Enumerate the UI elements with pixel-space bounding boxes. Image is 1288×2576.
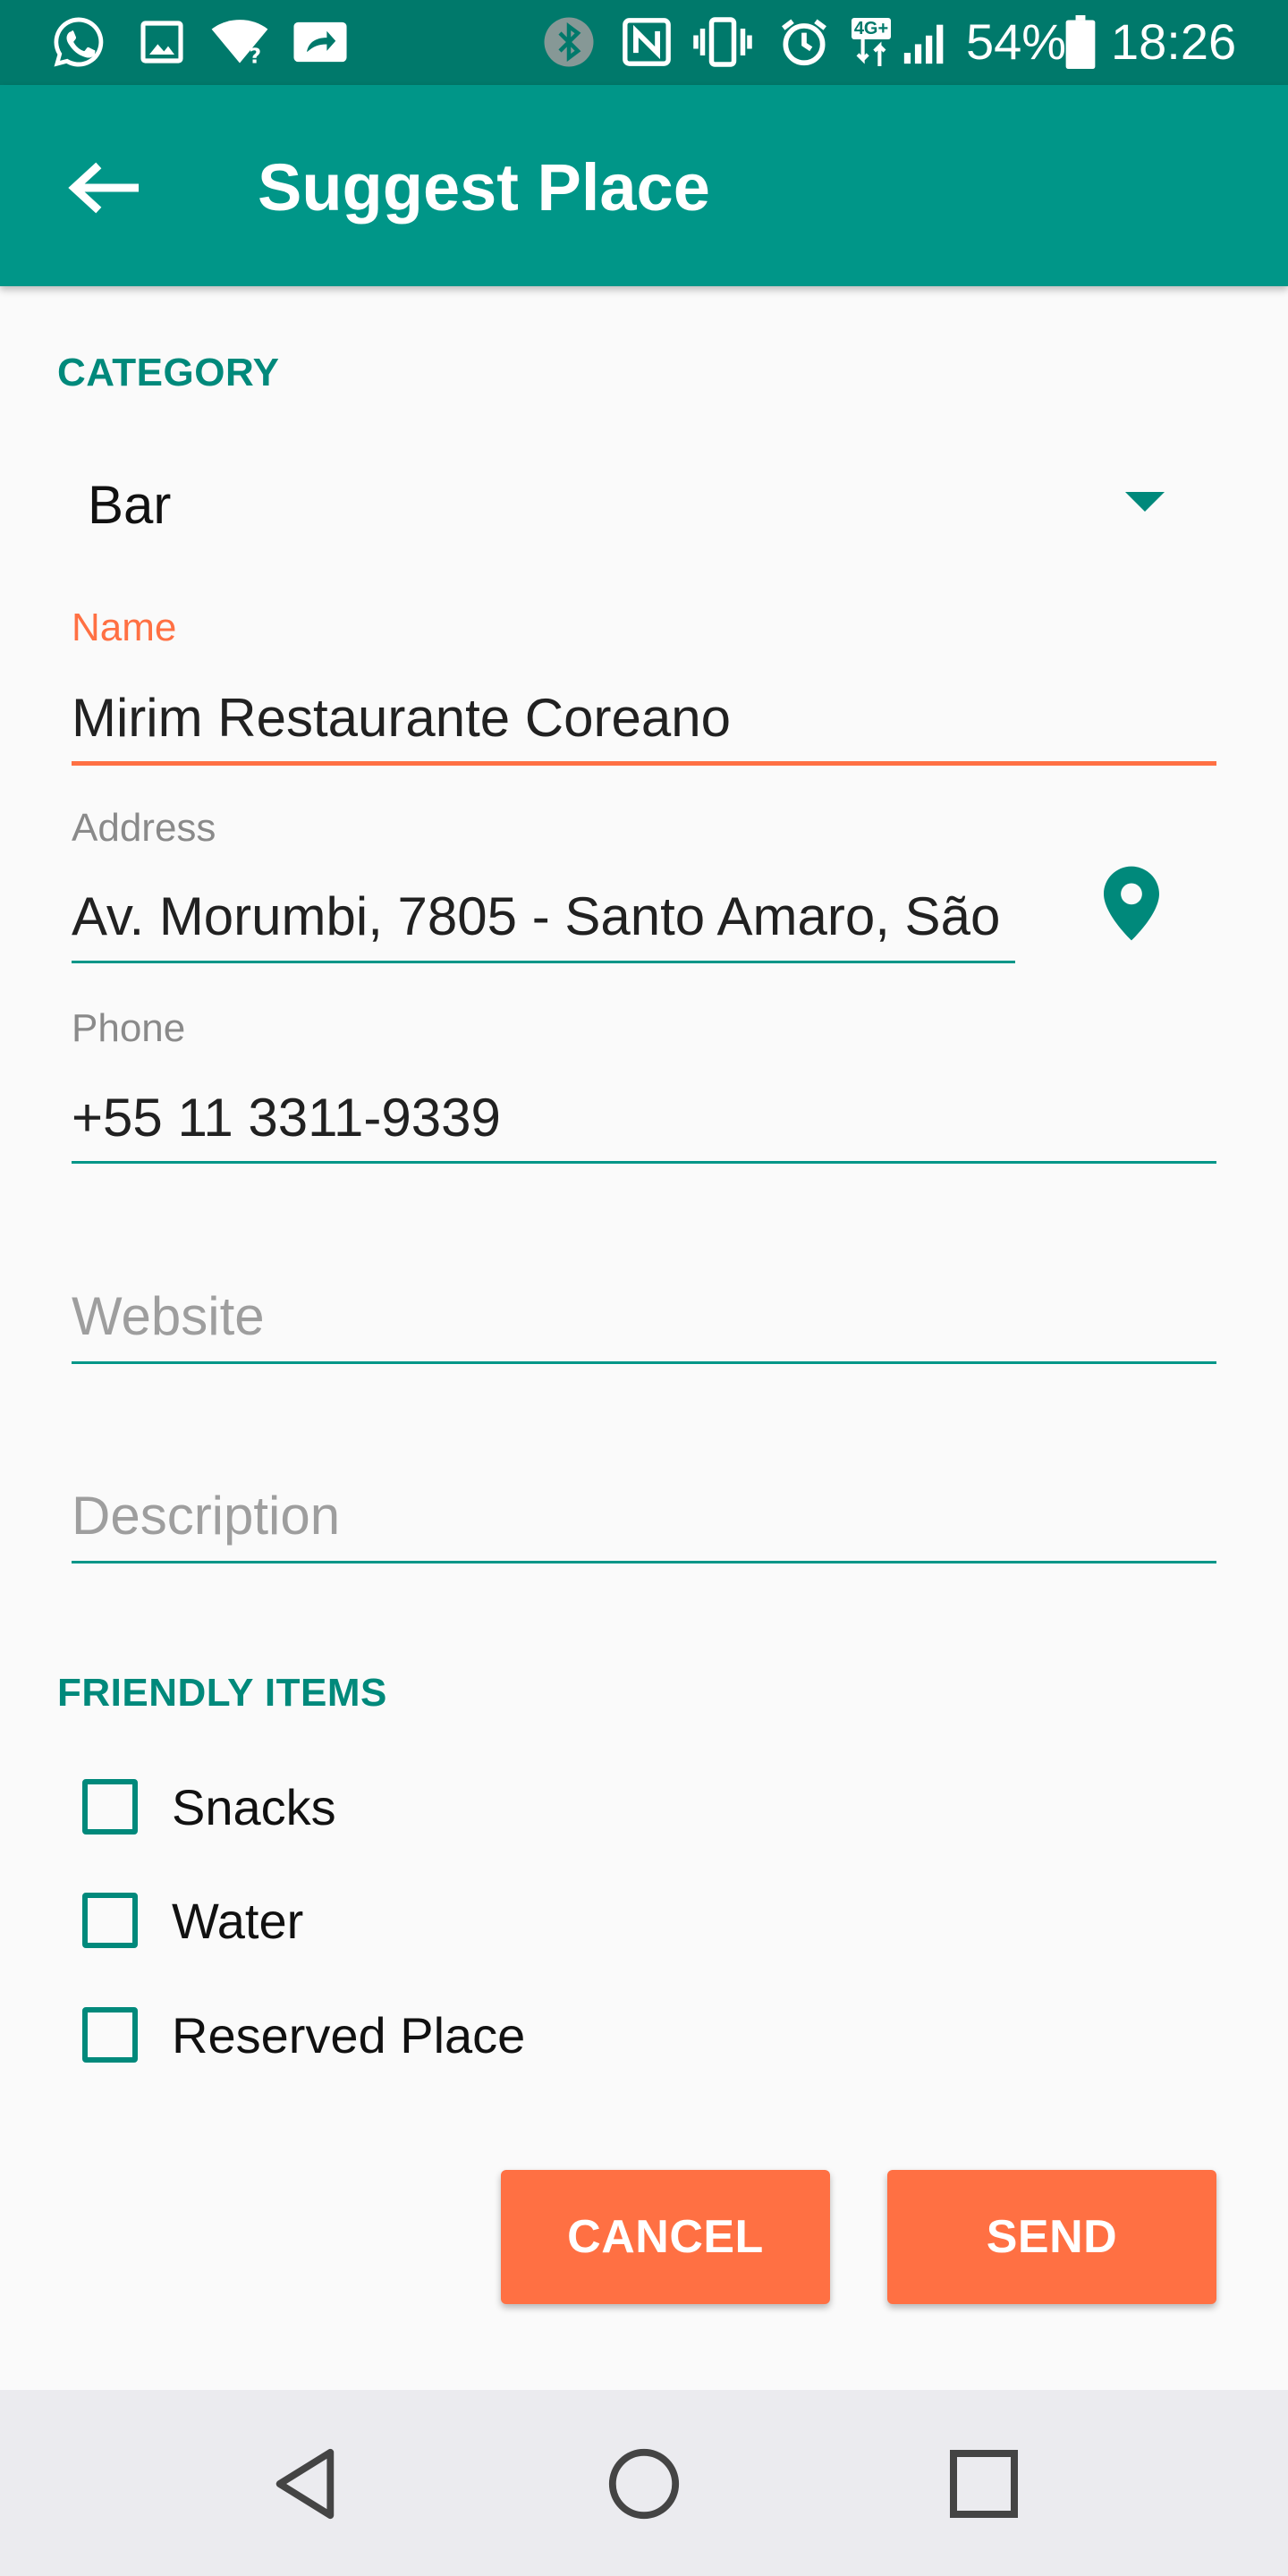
nav-home-button[interactable] bbox=[590, 2435, 698, 2533]
category-selected-value: Bar bbox=[88, 475, 172, 535]
description-underline bbox=[72, 1561, 1216, 1563]
wifi-question-icon: ? bbox=[208, 16, 272, 69]
description-field[interactable] bbox=[72, 1476, 1216, 1556]
category-spinner[interactable]: Bar bbox=[63, 447, 1225, 564]
name-label: Name bbox=[72, 606, 177, 649]
checkbox-water[interactable]: Water bbox=[72, 1876, 698, 1965]
send-button[interactable]: SEND bbox=[887, 2170, 1216, 2304]
address-label: Address bbox=[72, 806, 216, 850]
checkbox-box[interactable] bbox=[82, 1779, 138, 1835]
checkbox-snacks[interactable]: Snacks bbox=[72, 1762, 698, 1852]
alarm-icon bbox=[775, 16, 834, 68]
phone-field[interactable] bbox=[72, 1078, 1216, 1158]
bluetooth-icon bbox=[539, 16, 598, 68]
status-bar: ? 4G+ 54% 18:26 bbox=[0, 0, 1288, 85]
address-field[interactable] bbox=[72, 877, 1015, 957]
location-picker-button[interactable] bbox=[1087, 854, 1176, 953]
arrow-left-icon bbox=[68, 162, 139, 214]
home-circle-icon bbox=[608, 2448, 680, 2520]
signal-icon bbox=[898, 16, 953, 68]
battery-icon bbox=[1063, 15, 1098, 69]
phone-underline bbox=[72, 1161, 1216, 1164]
network-badge: 4G+ bbox=[851, 18, 892, 39]
nav-recents-button[interactable] bbox=[930, 2435, 1038, 2533]
page-title: Suggest Place bbox=[258, 150, 710, 225]
gallery-icon bbox=[134, 16, 190, 68]
checkbox-label: Water bbox=[172, 1892, 304, 1949]
mobile-data-icon: 4G+ bbox=[846, 16, 896, 68]
name-underline bbox=[72, 761, 1216, 766]
nav-back-button[interactable] bbox=[250, 2435, 358, 2533]
navigation-bar bbox=[0, 2390, 1288, 2576]
back-triangle-icon bbox=[275, 2448, 335, 2520]
checkbox-box[interactable] bbox=[82, 2007, 138, 2063]
dropdown-arrow-icon bbox=[1125, 492, 1165, 512]
checkbox-label: Snacks bbox=[172, 1778, 336, 1835]
checkbox-box[interactable] bbox=[82, 1893, 138, 1948]
website-field[interactable] bbox=[72, 1276, 1216, 1357]
category-header: CATEGORY bbox=[57, 351, 280, 394]
checkbox-reserved-place[interactable]: Reserved Place bbox=[72, 1990, 698, 2080]
nfc-icon bbox=[619, 16, 674, 68]
back-button[interactable] bbox=[45, 134, 161, 242]
battery-percent: 54% bbox=[966, 13, 1067, 70]
status-time: 18:26 bbox=[1111, 13, 1237, 70]
checkbox-label: Reserved Place bbox=[172, 2006, 526, 2063]
name-field[interactable] bbox=[72, 678, 1216, 758]
screen-share-icon bbox=[288, 16, 352, 68]
location-pin-icon bbox=[1104, 866, 1159, 941]
cancel-button[interactable]: CANCEL bbox=[501, 2170, 830, 2304]
website-underline bbox=[72, 1361, 1216, 1364]
friendly-items-header: FRIENDLY ITEMS bbox=[57, 1671, 387, 1715]
vibrate-icon bbox=[689, 16, 757, 68]
phone-label: Phone bbox=[72, 1006, 186, 1050]
recents-square-icon bbox=[950, 2450, 1018, 2518]
address-underline bbox=[72, 961, 1015, 963]
svg-text:?: ? bbox=[249, 44, 261, 69]
whatsapp-icon bbox=[47, 16, 111, 68]
